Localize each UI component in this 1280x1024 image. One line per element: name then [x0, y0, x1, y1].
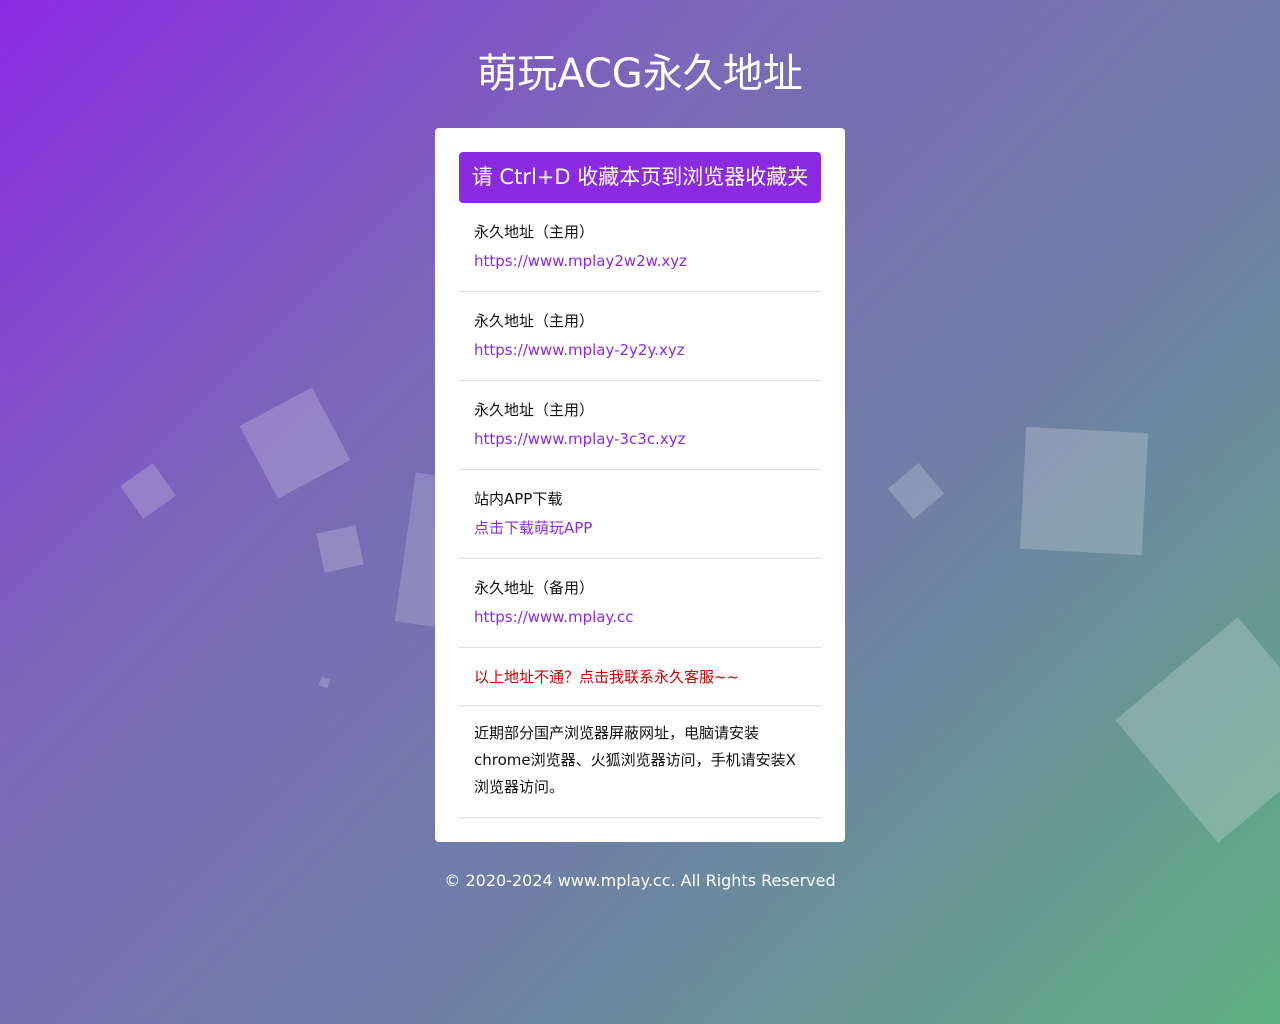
- item-label: 永久地址（主用）: [474, 223, 595, 241]
- list-item: 站内APP下载 点击下载萌玩APP: [459, 470, 821, 559]
- decorative-square: [1115, 617, 1280, 843]
- browser-notice: 近期部分国产浏览器屏蔽网址，电脑请安装chrome浏览器、火狐浏览器访问，手机请…: [474, 724, 796, 796]
- decorative-square: [887, 462, 945, 520]
- address-link[interactable]: https://www.mplay-2y2y.xyz: [474, 336, 806, 365]
- bookmark-banner: 请 Ctrl+D 收藏本页到浏览器收藏夹: [459, 152, 821, 203]
- contact-item: 以上地址不通？点击我联系永久客服~~: [459, 648, 821, 706]
- page-title: 萌玩ACG永久地址: [477, 51, 803, 97]
- contact-support-link[interactable]: 以上地址不通？点击我联系永久客服~~: [474, 668, 739, 686]
- decorative-square: [1019, 426, 1149, 556]
- decorative-square: [316, 525, 364, 573]
- decorative-square: [239, 387, 351, 499]
- list-item: 永久地址（主用） https://www.mplay-2y2y.xyz: [459, 292, 821, 381]
- list-item: 永久地址（备用） https://www.mplay.cc: [459, 559, 821, 648]
- list-item: 永久地址（主用） https://www.mplay-3c3c.xyz: [459, 381, 821, 470]
- address-link[interactable]: https://www.mplay-3c3c.xyz: [474, 425, 806, 454]
- address-card: 请 Ctrl+D 收藏本页到浏览器收藏夹 永久地址（主用） https://ww…: [435, 128, 845, 842]
- item-label: 永久地址（主用）: [474, 312, 595, 330]
- item-label: 永久地址（主用）: [474, 401, 595, 419]
- footer-copyright: © 2020-2024 www.mplay.cc. All Rights Res…: [444, 871, 836, 890]
- address-link[interactable]: https://www.mplay.cc: [474, 603, 806, 632]
- decorative-square: [120, 463, 176, 519]
- decorative-square: [318, 676, 331, 689]
- app-download-link[interactable]: 点击下载萌玩APP: [474, 514, 806, 543]
- address-link[interactable]: https://www.mplay2w2w.xyz: [474, 247, 806, 276]
- list-item: 永久地址（主用） https://www.mplay2w2w.xyz: [459, 203, 821, 292]
- item-label: 永久地址（备用）: [474, 579, 595, 597]
- item-label: 站内APP下载: [474, 490, 563, 508]
- notice-item: 近期部分国产浏览器屏蔽网址，电脑请安装chrome浏览器、火狐浏览器访问，手机请…: [459, 706, 821, 818]
